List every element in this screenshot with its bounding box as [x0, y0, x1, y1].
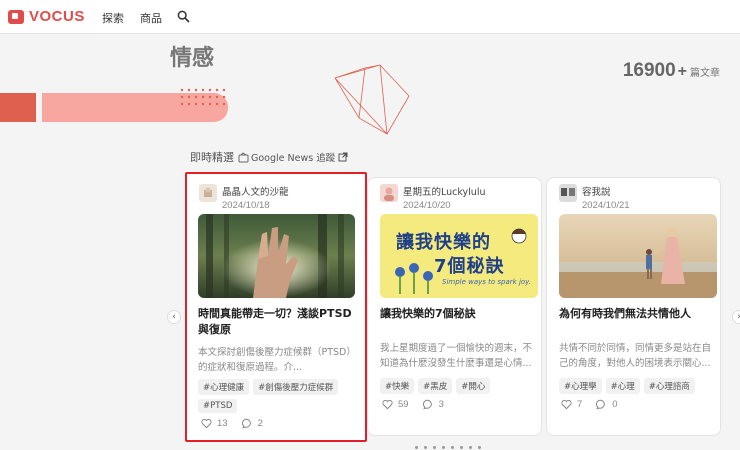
- pagination-dot[interactable]: [424, 446, 427, 449]
- carousel-next-button[interactable]: ›: [732, 310, 740, 324]
- card-author[interactable]: 星期五的Luckylulu 2024/10/20: [380, 184, 485, 211]
- pagination-dot[interactable]: [451, 446, 454, 449]
- tag-chip[interactable]: #心理健康: [198, 379, 250, 395]
- article-thumbnail[interactable]: [559, 214, 717, 298]
- article-count-unit: 篇文章: [690, 68, 720, 79]
- pagination-dot[interactable]: [478, 446, 481, 449]
- comment-icon[interactable]: [596, 399, 607, 410]
- article-card[interactable]: 晶晶人文的沙龍 2024/10/18 時間真能帶走一切？淺談PTSD與復原 本文…: [185, 172, 367, 442]
- card-stats: 59 3: [382, 399, 458, 410]
- pagination-dot[interactable]: [460, 446, 463, 449]
- article-excerpt: 我上星期度過了一個愉快的週末，不知道為什麼沒發生什麼事還是心情...: [380, 343, 533, 369]
- logo-mark-icon: [8, 9, 24, 24]
- tag-chip[interactable]: #開心: [456, 378, 491, 394]
- article-count-number: 16900: [622, 60, 676, 81]
- like-count: 59: [398, 399, 409, 410]
- pagination-dot[interactable]: [415, 446, 418, 449]
- author-name: 星期五的Luckylulu: [403, 187, 486, 198]
- avatar: [559, 184, 577, 202]
- tag-list: #心理健康 #創傷後壓力症候群 #PTSD: [198, 379, 360, 413]
- post-date: 2024/10/18: [222, 200, 270, 211]
- google-news-icon: [238, 151, 249, 162]
- pagination-dot[interactable]: [442, 446, 445, 449]
- article-thumbnail[interactable]: [198, 214, 355, 298]
- article-title[interactable]: 時間真能帶走一切？淺談PTSD與復原: [198, 306, 356, 338]
- card-author[interactable]: 晶晶人文的沙龍 2024/10/18: [199, 184, 289, 211]
- post-date: 2024/10/20: [403, 200, 451, 211]
- pagination-dot[interactable]: [469, 446, 472, 449]
- section-header: 即時精選 Google News 追蹤: [190, 149, 348, 165]
- tag-chip[interactable]: #心理諮商: [643, 378, 695, 394]
- pagination-dot[interactable]: [433, 446, 436, 449]
- article-title[interactable]: 為何有時我們無法共情他人: [559, 306, 717, 322]
- tag-chip[interactable]: #心理學: [559, 378, 602, 394]
- tag-chip[interactable]: #快樂: [380, 378, 415, 394]
- like-count: 7: [577, 399, 583, 410]
- heart-icon[interactable]: [561, 399, 572, 410]
- article-card[interactable]: 容我說 2024/10/21 為何有時我們無法共情他人 共情不同於同情，同情更多…: [546, 177, 721, 436]
- thumbnail-text-line1: 讓我快樂的: [396, 232, 491, 253]
- tag-chip[interactable]: #創傷後壓力症候群: [253, 379, 339, 395]
- section-title: 即時精選: [190, 151, 234, 164]
- decorative-line-art: [334, 64, 410, 136]
- tag-list: #快樂 #黑皮 #開心: [380, 378, 542, 394]
- page-title: 情感: [170, 46, 215, 71]
- tag-chip[interactable]: #心理: [605, 378, 640, 394]
- carousel-pagination: [415, 446, 481, 449]
- author-name: 晶晶人文的沙龍: [222, 187, 289, 198]
- nav-products[interactable]: 商品: [140, 10, 162, 26]
- card-author[interactable]: 容我說 2024/10/21: [559, 184, 630, 211]
- tag-list: #心理學 #心理 #心理諮商: [559, 378, 721, 394]
- article-thumbnail[interactable]: 讓我快樂的 7個秘訣 Simple ways to spark joy.: [380, 214, 538, 298]
- like-count: 13: [217, 418, 228, 429]
- author-name: 容我說: [582, 187, 611, 198]
- heart-icon[interactable]: [382, 399, 393, 410]
- tag-chip[interactable]: #黑皮: [418, 378, 453, 394]
- logo-text: VOCUS: [29, 8, 85, 25]
- google-news-follow-link[interactable]: Google News 追蹤: [251, 150, 335, 164]
- tag-chip[interactable]: #PTSD: [198, 399, 238, 413]
- decorative-dots: [180, 88, 226, 106]
- external-link-icon[interactable]: [338, 152, 348, 162]
- article-count-plus: +: [677, 63, 687, 80]
- article-card[interactable]: 星期五的Luckylulu 2024/10/20 讓我快樂的 7個秘訣 Simp…: [367, 177, 542, 436]
- heart-icon[interactable]: [201, 418, 212, 429]
- comment-icon[interactable]: [422, 399, 434, 410]
- top-navigation-bar: VOCUS 探索 商品: [0, 0, 740, 34]
- carousel-prev-button[interactable]: ‹: [167, 310, 181, 324]
- search-icon[interactable]: [177, 10, 190, 23]
- card-stats: 13 2: [201, 418, 277, 429]
- thumbnail-text-line2: 7個秘訣: [434, 256, 505, 277]
- comment-icon[interactable]: [241, 418, 253, 429]
- decorative-red-block: [0, 93, 36, 122]
- thumbnail-subtitle: Simple ways to spark joy.: [442, 278, 531, 286]
- comment-count: 2: [257, 418, 263, 429]
- avatar: [380, 184, 398, 202]
- article-count: 16900 + 篇文章: [623, 60, 720, 82]
- article-title[interactable]: 讓我快樂的7個秘訣: [380, 306, 538, 322]
- post-date: 2024/10/21: [582, 200, 630, 211]
- comment-count: 0: [612, 399, 618, 410]
- article-excerpt: 共情不同於同情，同情更多是站在自己的角度，對他人的困境表示關心...: [559, 343, 712, 369]
- nav-explore[interactable]: 探索: [102, 10, 124, 26]
- comment-count: 3: [438, 399, 444, 410]
- vocus-logo[interactable]: VOCUS: [8, 8, 85, 25]
- article-excerpt: 本文探討創傷後壓力症候群（PTSD）的症狀和復原過程。介...: [198, 347, 356, 373]
- card-stats: 7 0: [561, 399, 632, 410]
- avatar: [199, 184, 217, 202]
